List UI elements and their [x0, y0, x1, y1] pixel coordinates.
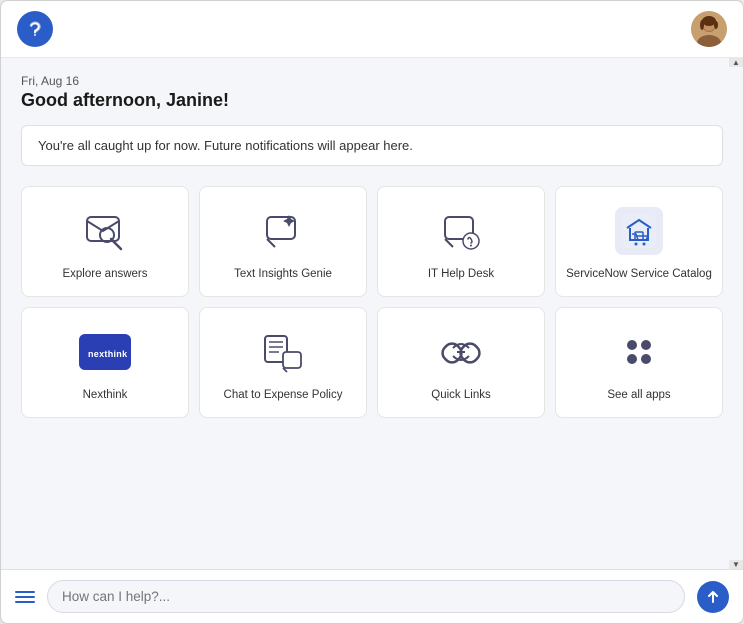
text-insights-genie-icon [257, 205, 309, 257]
app-card-quick-links[interactable]: Quick Links [377, 307, 545, 418]
servicenow-icon [613, 205, 665, 257]
nexthink-logo-image: nexthink [79, 334, 131, 370]
app-card-explore-answers[interactable]: Explore answers [21, 186, 189, 297]
app-label-chat-expense-policy: Chat to Expense Policy [224, 388, 343, 403]
bottom-bar [1, 569, 743, 623]
main-scroll-area[interactable]: ▲ Fri, Aug 16 Good afternoon, Janine! Yo… [1, 58, 743, 569]
svg-text:nexthink: nexthink [88, 349, 127, 359]
app-card-servicenow[interactable]: ServiceNow Service Catalog [555, 186, 723, 297]
app-label-quick-links: Quick Links [431, 388, 490, 403]
search-input[interactable] [62, 589, 670, 604]
app-card-it-help-desk[interactable]: IT Help Desk [377, 186, 545, 297]
greeting-message: Good afternoon, Janine! [21, 90, 723, 111]
search-input-wrap[interactable] [47, 580, 685, 613]
it-help-desk-icon [435, 205, 487, 257]
app-label-text-insights-genie: Text Insights Genie [234, 267, 332, 282]
date-label: Fri, Aug 16 [21, 74, 723, 88]
see-all-apps-icon [613, 326, 665, 378]
app-label-nexthink: Nexthink [83, 388, 128, 403]
user-avatar[interactable] [691, 11, 727, 47]
app-card-see-all-apps[interactable]: See all apps [555, 307, 723, 418]
app-grid: Explore answers Text Insights Genie [21, 186, 723, 418]
app-card-nexthink[interactable]: nexthink Nexthink [21, 307, 189, 418]
app-label-explore-answers: Explore answers [62, 267, 147, 282]
header-bar [1, 1, 743, 58]
app-window: ▲ Fri, Aug 16 Good afternoon, Janine! Yo… [0, 0, 744, 624]
send-button[interactable] [697, 581, 729, 613]
explore-answers-icon [79, 205, 131, 257]
app-card-text-insights-genie[interactable]: Text Insights Genie [199, 186, 367, 297]
quick-links-icon [435, 326, 487, 378]
app-label-servicenow: ServiceNow Service Catalog [566, 267, 712, 282]
notification-banner: You're all caught up for now. Future not… [21, 125, 723, 166]
app-label-it-help-desk: IT Help Desk [428, 267, 494, 282]
nexthink-icon: nexthink [79, 326, 131, 378]
app-card-chat-expense-policy[interactable]: Chat to Expense Policy [199, 307, 367, 418]
main-content: Fri, Aug 16 Good afternoon, Janine! You'… [1, 58, 743, 569]
app-label-see-all-apps: See all apps [607, 388, 670, 403]
scroll-down-arrow[interactable]: ▼ [729, 560, 743, 569]
scroll-up-arrow[interactable]: ▲ [729, 58, 743, 67]
menu-button[interactable] [15, 591, 35, 603]
chat-expense-policy-icon [257, 326, 309, 378]
app-logo[interactable] [17, 11, 53, 47]
notification-text: You're all caught up for now. Future not… [38, 138, 413, 153]
